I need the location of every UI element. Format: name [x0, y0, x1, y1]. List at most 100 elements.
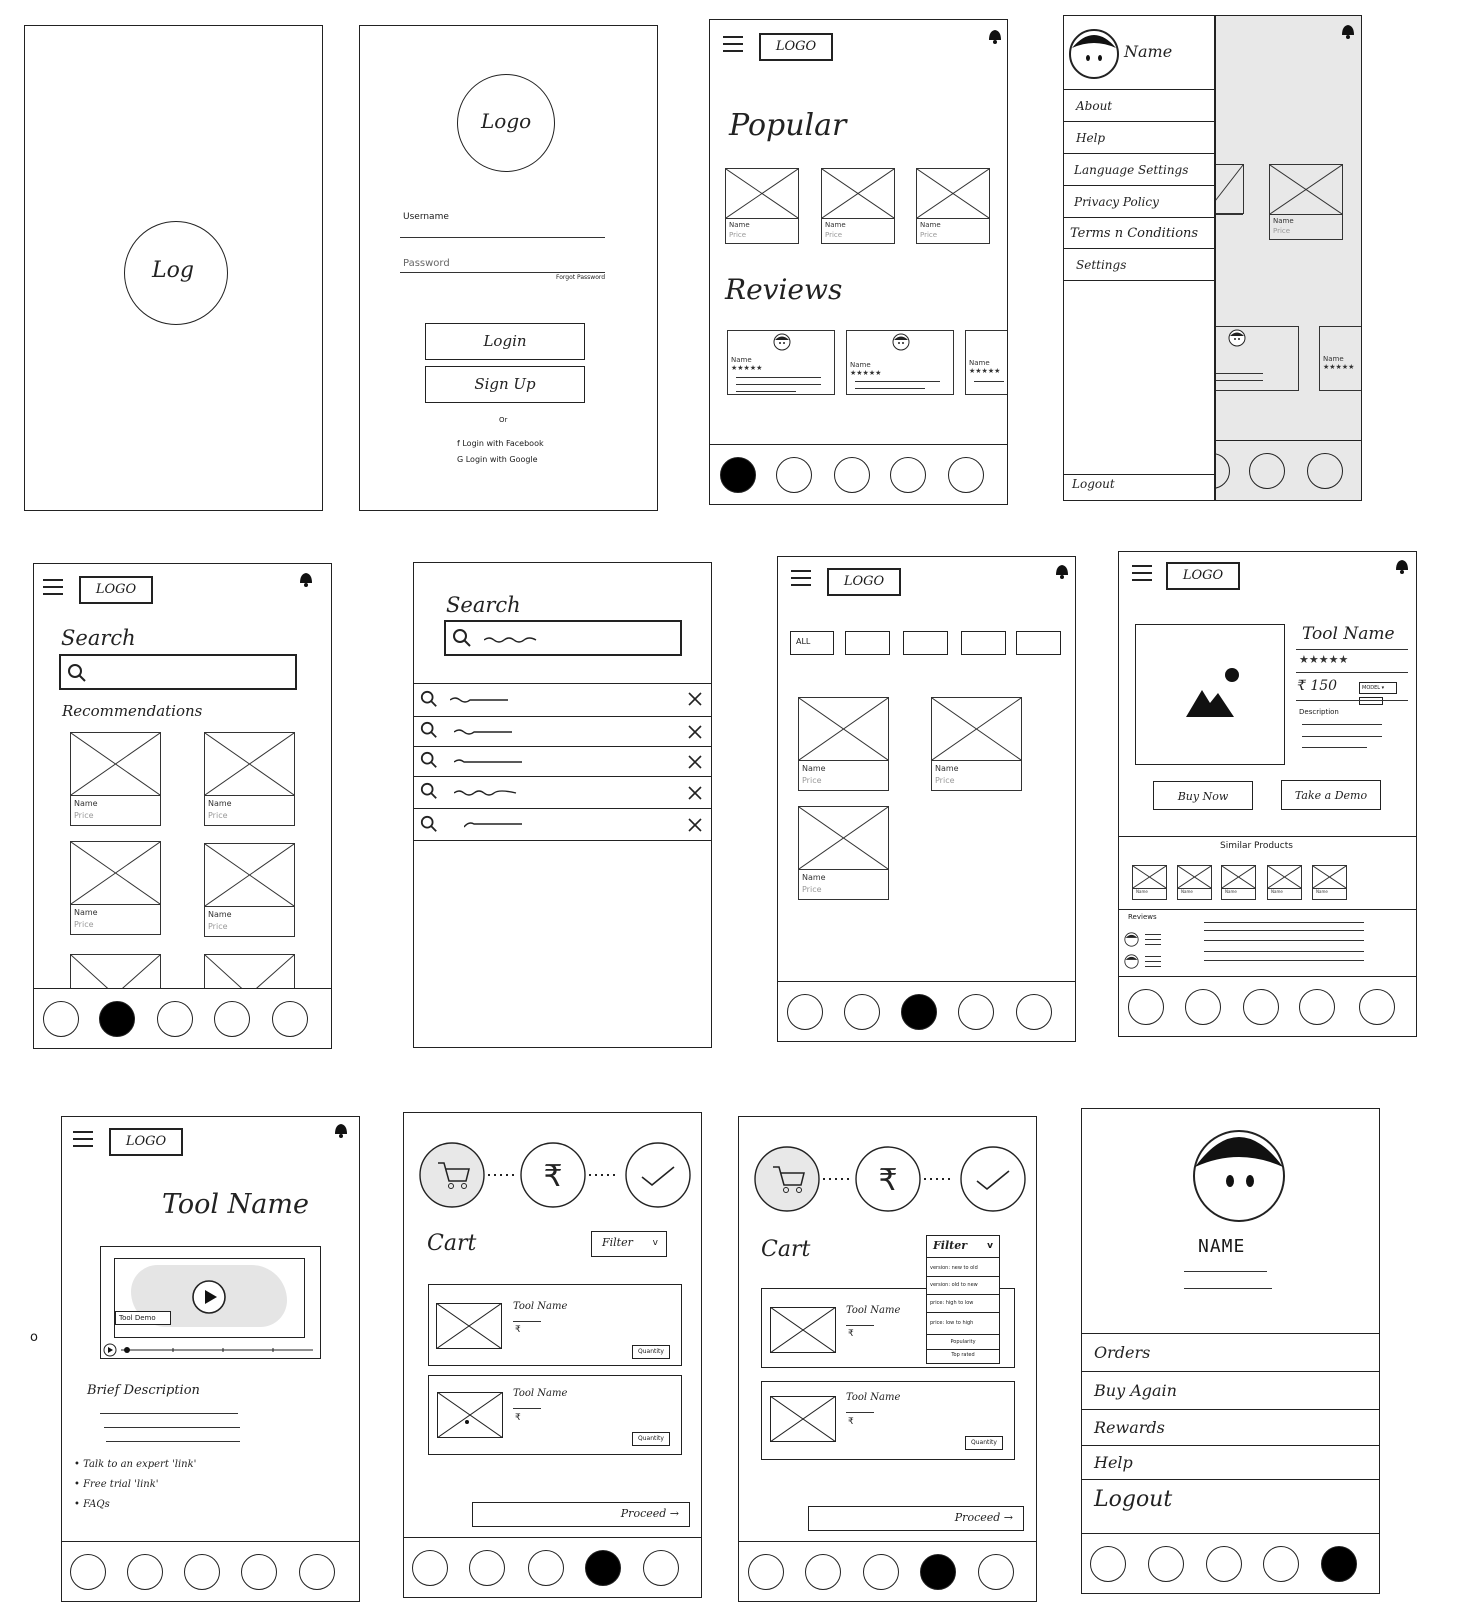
proceed-button[interactable]: Proceed → [472, 1502, 690, 1527]
recommendation-card[interactable]: Name Price [204, 843, 295, 937]
nav-button[interactable] [1206, 1546, 1242, 1582]
profile-item-rewards[interactable]: Rewards [1082, 1410, 1379, 1446]
filter-dropdown-header[interactable]: Filter v [927, 1236, 999, 1258]
hamburger-menu-icon[interactable] [1132, 565, 1152, 581]
nav-button[interactable] [528, 1550, 564, 1586]
nav-button[interactable] [748, 1554, 784, 1590]
nav-button[interactable] [1243, 989, 1279, 1025]
popular-card[interactable]: Name Price [725, 168, 799, 244]
nav-button[interactable] [241, 1554, 277, 1590]
demo-video-player[interactable]: Tool Demo [100, 1246, 321, 1359]
product-card[interactable]: Name Price [931, 697, 1022, 791]
forgot-password-link[interactable]: Forgot Password [556, 274, 605, 281]
nav-button[interactable] [1185, 989, 1221, 1025]
search-history-item[interactable] [414, 683, 711, 716]
filter-dropdown[interactable]: Filter v [591, 1231, 667, 1257]
signup-button[interactable]: Sign Up [425, 366, 585, 403]
nav-catalog-button[interactable] [901, 994, 937, 1030]
close-icon[interactable] [687, 754, 703, 770]
drawer-item-about[interactable]: About [1064, 91, 1214, 122]
popular-card[interactable]: Name Price [821, 168, 895, 244]
search-history-item[interactable] [414, 746, 711, 776]
bullet-faqs[interactable]: • FAQs [74, 1499, 110, 1510]
nav-button[interactable] [805, 1554, 841, 1590]
recommendation-card[interactable]: Name Price [70, 841, 161, 935]
recommendation-card[interactable]: Name Price [204, 732, 295, 826]
nav-button[interactable] [157, 1001, 193, 1037]
nav-profile-button[interactable] [1321, 1546, 1357, 1582]
similar-product-card[interactable]: Name [1221, 865, 1256, 900]
nav-button[interactable] [1128, 989, 1164, 1025]
username-field[interactable] [400, 237, 605, 238]
nav-button[interactable] [1090, 1546, 1126, 1582]
search-history-item[interactable] [414, 716, 711, 746]
notification-bell-icon[interactable] [297, 570, 315, 588]
quantity-stepper[interactable]: Quantity [965, 1436, 1003, 1450]
google-login-link[interactable]: G Login with Google [457, 455, 538, 464]
similar-product-card[interactable]: Name [1132, 865, 1167, 900]
close-icon[interactable] [687, 785, 703, 801]
search-history-item[interactable] [414, 776, 711, 808]
bullet-expert-link[interactable]: • Talk to an expert 'link' [74, 1459, 196, 1470]
proceed-button[interactable]: Proceed → [808, 1506, 1024, 1531]
nav-button[interactable] [412, 1550, 448, 1586]
similar-product-card[interactable]: Name [1267, 865, 1302, 900]
model-select[interactable]: MODEL ▾ [1359, 682, 1397, 694]
nav-button[interactable] [1263, 1546, 1299, 1582]
popular-card[interactable]: Name Price [916, 168, 990, 244]
similar-product-card[interactable]: Name [1177, 865, 1212, 900]
nav-button[interactable] [787, 994, 823, 1030]
password-field[interactable] [400, 272, 605, 273]
notification-bell-icon[interactable] [1339, 22, 1357, 40]
nav-button[interactable] [844, 994, 880, 1030]
nav-button[interactable] [1249, 453, 1285, 489]
search-input[interactable] [59, 654, 297, 690]
nav-button[interactable] [272, 1001, 308, 1037]
notification-bell-icon[interactable] [332, 1121, 350, 1139]
profile-item-buy-again[interactable]: Buy Again [1082, 1372, 1379, 1410]
nav-button[interactable] [43, 1001, 79, 1037]
nav-button[interactable] [978, 1554, 1014, 1590]
drawer-item-settings[interactable]: Settings [1064, 250, 1214, 281]
drawer-item-help[interactable]: Help [1064, 123, 1214, 154]
nav-button[interactable] [1148, 1546, 1184, 1582]
filter-option[interactable]: version: old to new [927, 1277, 999, 1295]
filter-chip-all[interactable]: ALL [790, 631, 834, 655]
nav-button[interactable] [469, 1550, 505, 1586]
filter-chip[interactable] [1016, 631, 1061, 655]
cart-item[interactable]: Tool Name ₹ Quantity [428, 1284, 682, 1366]
nav-cart-button[interactable] [585, 1550, 621, 1586]
notification-bell-icon[interactable] [1393, 557, 1411, 575]
nav-button[interactable] [863, 1554, 899, 1590]
notification-bell-icon[interactable] [1053, 562, 1071, 580]
profile-item-orders[interactable]: Orders [1082, 1335, 1379, 1372]
cart-item[interactable]: Tool Name ₹ Quantity [761, 1381, 1015, 1460]
nav-button[interactable] [299, 1554, 335, 1590]
nav-button[interactable] [1016, 994, 1052, 1030]
filter-option[interactable]: version: new to old [927, 1260, 999, 1277]
quantity-stepper[interactable]: Quantity [632, 1345, 670, 1359]
drawer-logout[interactable]: Logout [1072, 477, 1115, 491]
nav-button[interactable] [1359, 989, 1395, 1025]
bullet-free-trial-link[interactable]: • Free trial 'link' [74, 1479, 159, 1490]
nav-home-button[interactable] [720, 457, 756, 493]
nav-button[interactable] [948, 457, 984, 493]
hamburger-menu-icon[interactable] [43, 579, 63, 595]
close-icon[interactable] [687, 691, 703, 707]
nav-search-button[interactable] [99, 1001, 135, 1037]
facebook-login-link[interactable]: f Login with Facebook [457, 439, 544, 448]
play-icon[interactable] [191, 1279, 227, 1315]
video-controls[interactable] [103, 1343, 318, 1357]
nav-button[interactable] [1307, 453, 1343, 489]
nav-button[interactable] [834, 457, 870, 493]
close-icon[interactable] [687, 724, 703, 740]
nav-button[interactable] [1299, 989, 1335, 1025]
hamburger-menu-icon[interactable] [723, 36, 743, 52]
nav-button[interactable] [214, 1001, 250, 1037]
hamburger-menu-icon[interactable] [791, 570, 811, 586]
similar-product-card[interactable]: Name [1312, 865, 1347, 900]
cart-item[interactable]: Tool Name ₹ Quantity [428, 1375, 682, 1455]
nav-cart-button[interactable] [920, 1554, 956, 1590]
drawer-item-privacy[interactable]: Privacy Policy [1064, 187, 1214, 218]
filter-option[interactable]: price: low to high [927, 1313, 999, 1335]
